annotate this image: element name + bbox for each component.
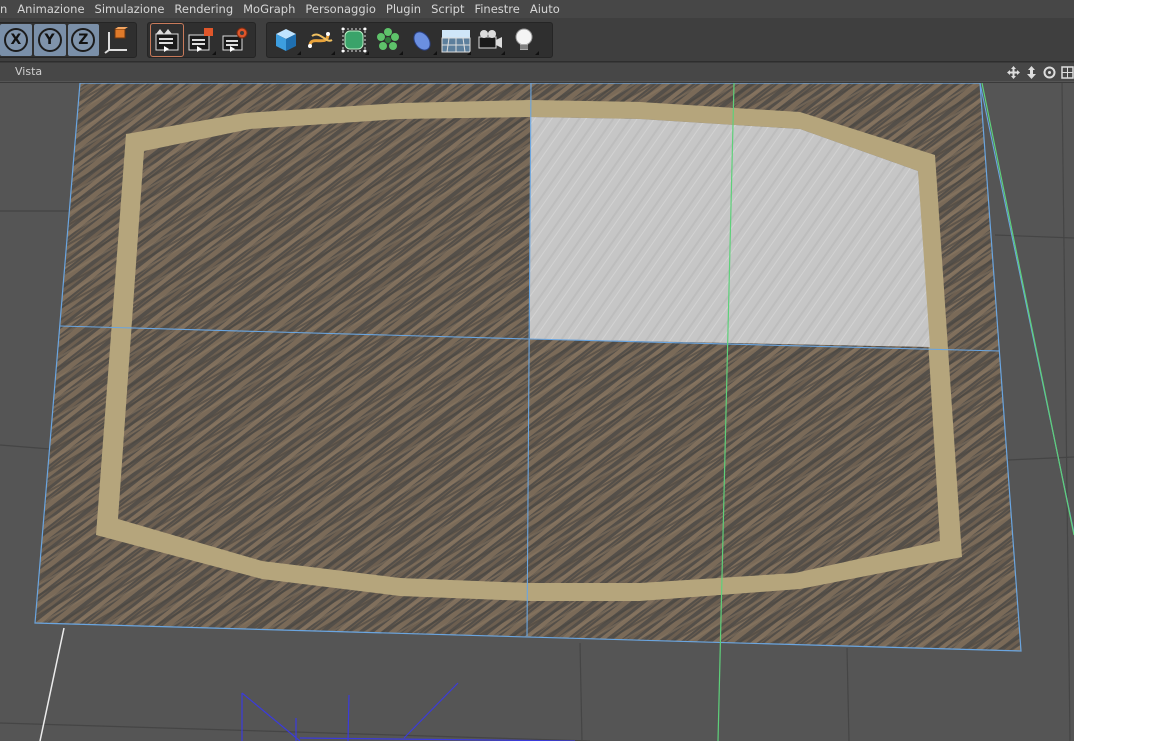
- cube-button[interactable]: [270, 24, 302, 56]
- world-coordinate-button[interactable]: [101, 24, 133, 56]
- y-axis-button[interactable]: Y: [33, 24, 66, 56]
- light-button[interactable]: [508, 24, 540, 56]
- submenu-corner-icon: [365, 51, 369, 55]
- viewport-header: Vista: [0, 63, 1074, 82]
- floor-icon: [441, 30, 471, 53]
- submenu-corner-icon: [535, 51, 539, 55]
- main-toolbar: X Y Z: [0, 18, 1074, 62]
- viewport-menu-vista[interactable]: Vista: [15, 65, 42, 78]
- render-settings-icon: [222, 27, 248, 52]
- menu-item-rendering[interactable]: Rendering: [169, 0, 238, 18]
- object-group: [266, 22, 553, 58]
- render-picture-viewer-button[interactable]: [185, 24, 217, 56]
- menu-item-finestre[interactable]: Finestre: [469, 0, 524, 18]
- menu-bar: n Animazione Simulazione Rendering MoGra…: [0, 0, 1074, 18]
- submenu-corner-icon: [331, 51, 335, 55]
- submenu-corner-icon: [297, 51, 301, 55]
- submenu-corner-icon: [433, 51, 437, 55]
- viewport-scene: [0, 83, 1074, 741]
- menu-item-plugin[interactable]: Plugin: [381, 0, 426, 18]
- cube-icon: [276, 29, 296, 51]
- camera-button[interactable]: [474, 24, 506, 56]
- submenu-corner-icon: [501, 51, 505, 55]
- light-icon: [515, 28, 533, 50]
- render-view-icon: [155, 29, 179, 52]
- axis-lock-group: X Y Z: [0, 22, 137, 58]
- rotate-view-icon[interactable]: [1042, 65, 1056, 79]
- render-settings-button[interactable]: [219, 24, 251, 56]
- menu-item-mograph[interactable]: MoGraph: [238, 0, 300, 18]
- deformer-icon: [413, 31, 431, 51]
- menu-item-partial[interactable]: n: [0, 0, 12, 18]
- render-view-button[interactable]: [150, 23, 184, 57]
- zoom-view-icon[interactable]: [1024, 65, 1038, 79]
- subdivision-surface-icon: [341, 27, 367, 53]
- y-axis-icon: Y: [37, 28, 62, 52]
- 3d-viewport[interactable]: [0, 83, 1074, 741]
- camera-icon: [478, 30, 502, 49]
- z-axis-button[interactable]: Z: [67, 24, 100, 56]
- submenu-corner-icon: [467, 51, 471, 55]
- spline-pen-icon: [308, 32, 333, 48]
- deformer-button[interactable]: [406, 24, 438, 56]
- submenu-corner-icon: [212, 51, 216, 55]
- world-coordinate-icon: [104, 27, 129, 54]
- spline-pen-button[interactable]: [304, 24, 336, 56]
- menu-item-script[interactable]: Script: [426, 0, 469, 18]
- z-axis-icon: Z: [71, 28, 96, 52]
- render-group: [147, 22, 256, 58]
- move-view-icon[interactable]: [1006, 65, 1020, 79]
- cloner-icon: [377, 28, 399, 50]
- cloner-button[interactable]: [372, 24, 404, 56]
- toggle-layout-icon[interactable]: [1060, 65, 1074, 79]
- menu-item-personaggio[interactable]: Personaggio: [300, 0, 381, 18]
- floor-button[interactable]: [440, 24, 472, 56]
- submenu-corner-icon: [399, 51, 403, 55]
- viewport-nav-icons: [1006, 65, 1074, 79]
- render-picture-viewer-icon: [188, 28, 213, 52]
- cinema4d-window: n Animazione Simulazione Rendering MoGra…: [0, 0, 1074, 741]
- subdivision-surface-button[interactable]: [338, 24, 370, 56]
- menu-item-aiuto[interactable]: Aiuto: [525, 0, 565, 18]
- menu-item-animazione[interactable]: Animazione: [12, 0, 89, 18]
- menu-item-simulazione[interactable]: Simulazione: [90, 0, 170, 18]
- x-axis-icon: X: [3, 28, 28, 52]
- x-axis-button[interactable]: X: [0, 24, 32, 56]
